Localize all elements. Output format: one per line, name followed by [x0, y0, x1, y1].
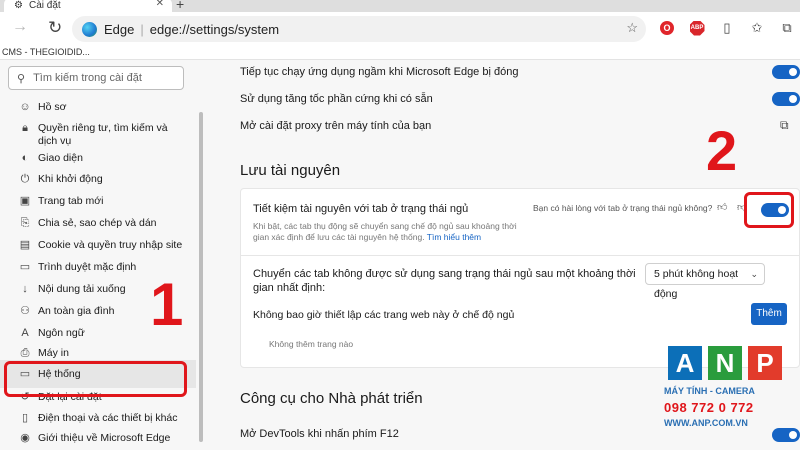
add-site-button[interactable]: Thêm — [751, 303, 787, 325]
adblock-extension-icon[interactable]: ABP — [686, 17, 708, 39]
toggle-hardware-acceleration[interactable] — [772, 92, 800, 106]
annotation-number-1: 1 — [150, 271, 184, 338]
setting-hardware-acceleration: Sử dụng tăng tốc phần cứng khi có sẵn — [240, 93, 433, 105]
power-icon: ⏻ — [20, 173, 30, 185]
url-text[interactable]: edge://settings/system — [150, 22, 279, 37]
search-placeholder: Tìm kiếm trong cài đặt — [33, 72, 142, 84]
appearance-icon: ◐ — [21, 152, 29, 164]
section-title-dev: Công cụ cho Nhà phát triển — [240, 390, 423, 407]
sidebar-item-appearance[interactable]: ◐ Giao diện — [0, 148, 196, 168]
gear-icon: ⚙ — [14, 0, 23, 11]
url-separator: | — [140, 21, 144, 37]
sidebar-item-privacy[interactable]: 🔒︎ Quyền riêng tư, tìm kiếm và dịch vụ — [0, 118, 196, 148]
setting-background-apps: Tiếp tục chạy ứng dụng ngầm khi Microsof… — [240, 66, 519, 78]
sidebar-item-about[interactable]: ◉ Giới thiệu về Microsoft Edge — [0, 428, 196, 444]
divider — [241, 255, 799, 256]
annotation-box-toggle — [744, 192, 794, 228]
annotation-box-system — [4, 361, 187, 397]
sidebar-item-share[interactable]: ⎘ Chia sẻ, sao chép và dán — [0, 212, 196, 234]
family-icon: ⚇ — [20, 305, 30, 317]
toolbar: → ↻ Edge | edge://settings/system ☆ O AB… — [0, 12, 800, 46]
bookmark-item[interactable]: CMS - THEGIOIDID... — [0, 46, 800, 60]
thumbs-up-icon[interactable]: 👍︎ — [717, 201, 727, 213]
tab-title: Cài đặt — [28, 0, 61, 11]
learn-more-link[interactable]: Tìm hiểu thêm — [427, 232, 481, 242]
lock-icon: 🔒︎ — [22, 122, 28, 134]
sleeping-tabs-desc: Khi bật, các tab thụ động sẽ chuyển sang… — [253, 221, 517, 242]
forward-icon[interactable]: → — [12, 18, 28, 36]
reload-icon[interactable]: ↻ — [48, 18, 62, 38]
search-icon: ⚲ — [17, 72, 26, 85]
address-bar[interactable]: Edge | edge://settings/system ☆ — [72, 16, 646, 42]
sidebar-item-phone[interactable]: ▯ Điện thoại và các thiết bị khác — [0, 408, 196, 428]
sleep-timeout-select[interactable]: 5 phút không hoạt động ⌄ — [645, 263, 765, 300]
edge-logo-icon — [82, 21, 97, 37]
opera-extension-icon[interactable]: O — [656, 17, 678, 39]
watermark-letter: P — [748, 346, 782, 380]
sleeping-tabs-card: Tiết kiệm tài nguyên với tab ở trạng thá… — [240, 188, 800, 368]
watermark-letter: N — [708, 346, 742, 380]
collections-icon[interactable]: ⧉ — [776, 17, 798, 39]
share-icon: ⎘ — [20, 217, 30, 229]
watermark-logo: A N P MÁY TÍNH - CAMERA 098 772 0 772 WW… — [664, 346, 790, 436]
sleep-timeout-label: Chuyển các tab không được sử dụng sang t… — [253, 268, 636, 294]
download-icon: ↓ — [22, 283, 28, 295]
sleeping-tabs-title: Tiết kiệm tài nguyên với tab ở trạng thá… — [253, 203, 469, 215]
split-screen-icon[interactable]: ▯ — [716, 17, 738, 39]
setting-proxy[interactable]: Mở cài đặt proxy trên máy tính của bạn — [240, 120, 431, 132]
watermark-line1: MÁY TÍNH - CAMERA — [664, 386, 755, 396]
feedback-question: Bạn có hài lòng với tab ở trạng thái ngủ… — [533, 203, 713, 213]
sidebar-item-startup[interactable]: ⏻ Khi khởi động — [0, 168, 196, 190]
toggle-background-apps[interactable] — [772, 65, 800, 79]
tab-settings[interactable]: ⚙ Cài đặt ✕ — [4, 0, 172, 12]
close-icon[interactable]: ✕ — [156, 0, 164, 9]
scrollbar-thumb[interactable] — [199, 112, 203, 442]
watermark-letters: A N P — [668, 346, 782, 380]
user-icon: ☺ — [19, 101, 31, 113]
new-tab-icon: ▣ — [19, 195, 31, 207]
section-title-resources: Lưu tài nguyên — [240, 162, 341, 179]
sidebar-item-cookies[interactable]: ▤ Cookie và quyền truy nhập site — [0, 234, 196, 256]
sidebar-item-new-tab[interactable]: ▣ Trang tab mới — [0, 190, 196, 212]
sidebar-item-printers[interactable]: ⎙ Máy in — [0, 344, 196, 360]
url-brand: Edge — [104, 21, 135, 37]
cookie-icon: ▤ — [19, 239, 31, 251]
no-sites-text: Không thêm trang nào — [269, 339, 354, 349]
search-input[interactable]: ⚲ Tìm kiếm trong cài đặt — [8, 66, 184, 90]
never-sleep-label: Không bao giờ thiết lập các trang web nà… — [253, 309, 515, 321]
new-tab-button[interactable]: + — [176, 0, 184, 12]
add-favorite-icon[interactable]: ☆ — [626, 20, 638, 36]
sidebar-scrollbar[interactable] — [197, 60, 205, 450]
watermark-letter: A — [668, 346, 702, 380]
edge-icon: ◉ — [20, 432, 30, 444]
setting-devtools-f12: Mở DevTools khi nhấn phím F12 — [240, 428, 399, 440]
annotation-number-2: 2 — [706, 119, 738, 182]
tab-strip: ⚙ Cài đặt ✕ + — [0, 0, 800, 12]
watermark-web: WWW.ANP.COM.VN — [664, 418, 748, 428]
printer-icon: ⎙ — [20, 347, 30, 359]
external-link-icon[interactable]: ⧉ — [780, 118, 789, 133]
watermark-phone: 098 772 0 772 — [664, 400, 754, 415]
favorites-icon[interactable]: ✩ — [746, 17, 768, 39]
chevron-down-icon: ⌄ — [750, 269, 758, 279]
phone-icon: ▯ — [21, 412, 29, 424]
language-icon: A — [21, 327, 29, 339]
toolbar-icons: O ABP ▯ ✩ ⧉ ◯ — [656, 17, 800, 39]
browser-icon: ▭ — [19, 261, 31, 273]
sidebar-item-profile[interactable]: ☺ Hồ sơ — [0, 96, 196, 118]
